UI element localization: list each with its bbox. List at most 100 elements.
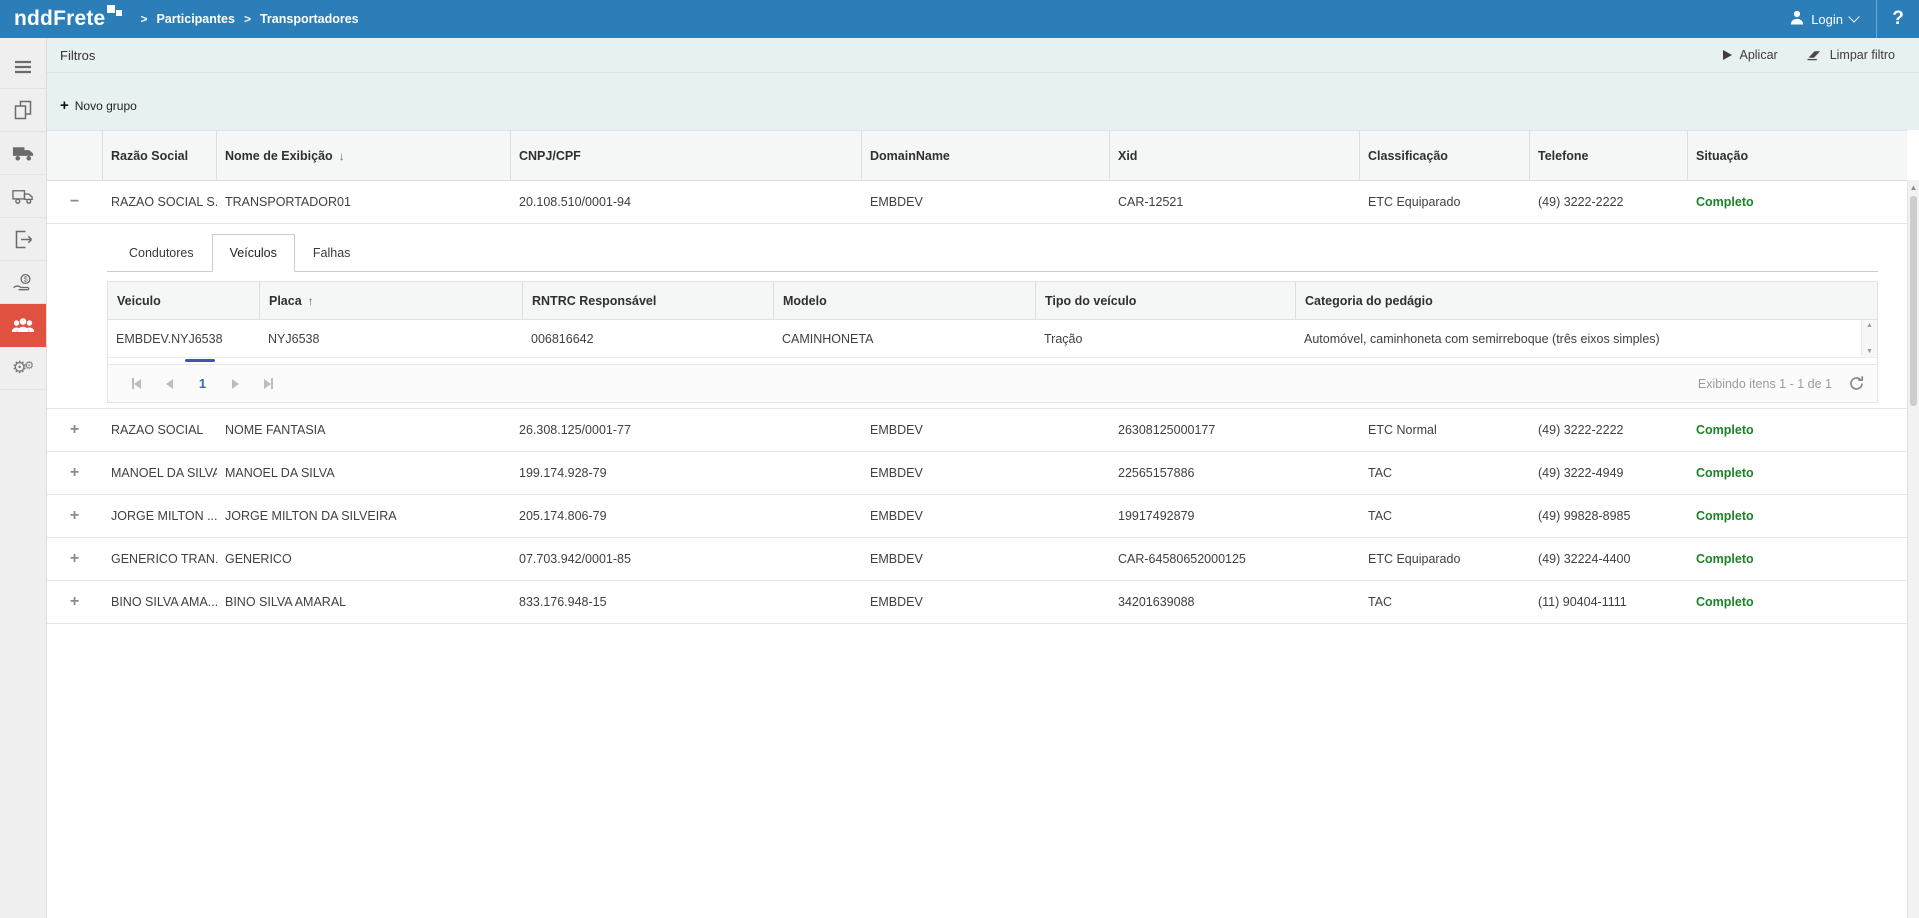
help-button[interactable]: ? [1876,0,1919,38]
tab-veiculos[interactable]: Veículos [212,234,295,272]
column-header-razao-social[interactable]: Razão Social [103,131,217,180]
cell-nome-exibicao: MANOEL DA SILVA [217,466,511,480]
sidebar-item-export[interactable] [0,218,46,261]
expand-cell[interactable]: + [46,551,103,567]
cell-cnpj-cpf: 20.108.510/0001-94 [511,195,862,209]
vehicles-grid: VeiculoPlaca↑RNTRC Responsável Modelo Tipo… [107,281,1878,403]
sort-desc-icon: ↓ [339,149,345,163]
cell-domainname: EMBDEV [862,509,1110,523]
expand-cell[interactable]: + [46,508,103,524]
column-header-nome-exibicao[interactable]: Nome de Exibição ↓ [217,131,511,180]
scroll-up-icon[interactable]: ▲ [1866,322,1873,329]
column-label: Modelo [783,294,827,308]
vehicle-cell-tipo-veiculo: Tração [1036,332,1296,346]
cell-classificacao: ETC Equiparado [1360,552,1530,566]
scroll-down-icon[interactable]: ▼ [1866,348,1873,355]
refresh-button[interactable] [1848,375,1865,392]
new-group-button[interactable]: + Novo grupo [60,98,137,113]
column-label: CNPJ/CPF [519,149,581,163]
column-label: Classificação [1368,149,1448,163]
vehicle-column-header-tipo-veiculo[interactable]: Tipo do veículo [1036,282,1296,319]
vehicle-column-header-veiculo[interactable]: Veiculo [108,282,260,319]
column-header-situacao[interactable]: Situação [1688,131,1907,180]
column-header-xid[interactable]: Xid [1110,131,1360,180]
app-logo[interactable]: nddFrete [0,2,122,36]
column-header-classificacao[interactable]: Classificação [1360,131,1530,180]
sidebar-item-truck[interactable] [0,132,46,175]
tab-falhas[interactable]: Falhas [295,234,369,272]
expand-row-icon[interactable]: + [70,594,79,610]
sidebar-item-participants[interactable] [0,304,46,347]
login-button[interactable]: Login [1772,0,1876,38]
freight-truck-icon [12,188,35,205]
scroll-thumb[interactable] [1910,196,1917,406]
expand-row-icon[interactable]: + [70,551,79,567]
pager-next-button[interactable] [219,372,252,396]
cell-nome-exibicao: NOME FANTASIA [217,423,511,437]
expand-row-icon[interactable]: + [70,508,79,524]
pager-prev-button[interactable] [153,372,186,396]
breadcrumb-item[interactable]: Participantes [156,12,235,26]
cell-domainname: EMBDEV [862,595,1110,609]
tab-condutores[interactable]: Condutores [111,234,212,272]
sort-asc-icon: ↑ [308,294,314,308]
sidebar: $ ⚙⚙ [0,38,47,918]
table-row[interactable]: +MANOEL DA SILVAMANOEL DA SILVA199.174.9… [46,452,1907,495]
cell-cnpj-cpf: 07.703.942/0001-85 [511,552,862,566]
collapse-row-icon[interactable]: − [70,194,79,210]
main-vertical-scrollbar[interactable]: ▲ [1907,180,1919,918]
login-label: Login [1811,12,1843,27]
vehicle-column-header-categoria-pedagio[interactable]: Categoria do pedágio [1296,282,1877,319]
pager-current-page[interactable]: 1 [186,376,219,391]
cell-situacao: Completo [1688,552,1907,566]
cell-classificacao: ETC Normal [1360,423,1530,437]
cell-razao-social: MANOEL DA SILVA [103,466,217,480]
column-header-domainname[interactable]: DomainName [862,131,1110,180]
cell-telefone: (49) 3222-2222 [1530,195,1688,209]
sidebar-item-payment[interactable]: $ [0,261,46,304]
expand-cell[interactable]: + [46,465,103,481]
vehicle-cell-veiculo: EMBDEV.NYJ6538 [108,332,260,346]
vehicle-row[interactable]: EMBDEV.NYJ6538NYJ6538006816642CAMINHONET… [108,320,1877,358]
apply-filter-button[interactable]: Aplicar [1723,48,1777,62]
cell-nome-exibicao: GENERICO [217,552,511,566]
pager-status-text: Exibindo itens 1 - 1 de 1 [1698,377,1832,391]
sidebar-item-documents[interactable] [0,89,46,132]
sidebar-item-menu[interactable] [0,46,46,89]
column-label: DomainName [870,149,950,163]
column-header-cnpj-cpf[interactable]: CNPJ/CPF [511,131,862,180]
pager-last-button[interactable] [252,372,285,396]
logo-squares-icon [107,5,122,19]
vehicles-horizontal-scrollbar[interactable] [108,358,1877,364]
table-row[interactable]: −RAZAO SOCIAL S...TRANSPORTADOR0120.108.… [46,181,1907,224]
vehicles-vertical-scrollbar[interactable]: ▲ ▼ [1861,320,1877,357]
table-row[interactable]: +GENERICO TRAN...GENERICO07.703.942/0001… [46,538,1907,581]
cell-xid: CAR-64580652000125 [1110,552,1360,566]
column-header-telefone[interactable]: Telefone [1530,131,1688,180]
table-row[interactable]: +RAZAO SOCIALNOME FANTASIA26.308.125/000… [46,409,1907,452]
expand-row-icon[interactable]: + [70,465,79,481]
table-row[interactable]: +BINO SILVA AMA...BINO SILVA AMARAL833.1… [46,581,1907,624]
clear-filter-button[interactable]: Limpar filtro [1806,47,1895,64]
vehicle-column-header-placa[interactable]: Placa↑ [260,282,523,319]
expand-cell[interactable]: + [46,594,103,610]
scroll-up-icon[interactable]: ▲ [1908,183,1919,192]
expand-row-icon[interactable]: + [70,422,79,438]
cell-telefone: (11) 90404-1111 [1530,595,1688,609]
sidebar-item-freight-truck[interactable] [0,175,46,218]
cell-domainname: EMBDEV [862,466,1110,480]
vehicle-column-header-modelo[interactable]: Modelo [774,282,1036,319]
table-row[interactable]: +JORGE MILTON ...JORGE MILTON DA SILVEIR… [46,495,1907,538]
hamburger-menu-icon [14,60,32,74]
column-label: Nome de Exibição [225,149,333,163]
apply-filter-label: Aplicar [1739,48,1777,62]
sidebar-item-settings[interactable]: ⚙⚙ [0,347,46,390]
pager-first-button[interactable] [120,372,153,396]
horizontal-scroll-thumb[interactable] [185,359,215,362]
vehicle-column-header-rntrc-responsavel[interactable]: RNTRC Responsável [523,282,774,319]
breadcrumb-item[interactable]: Transportadores [260,12,359,26]
expand-cell[interactable]: + [46,422,103,438]
cell-xid: 26308125000177 [1110,423,1360,437]
expand-cell[interactable]: − [46,194,103,210]
play-icon [1723,50,1732,60]
